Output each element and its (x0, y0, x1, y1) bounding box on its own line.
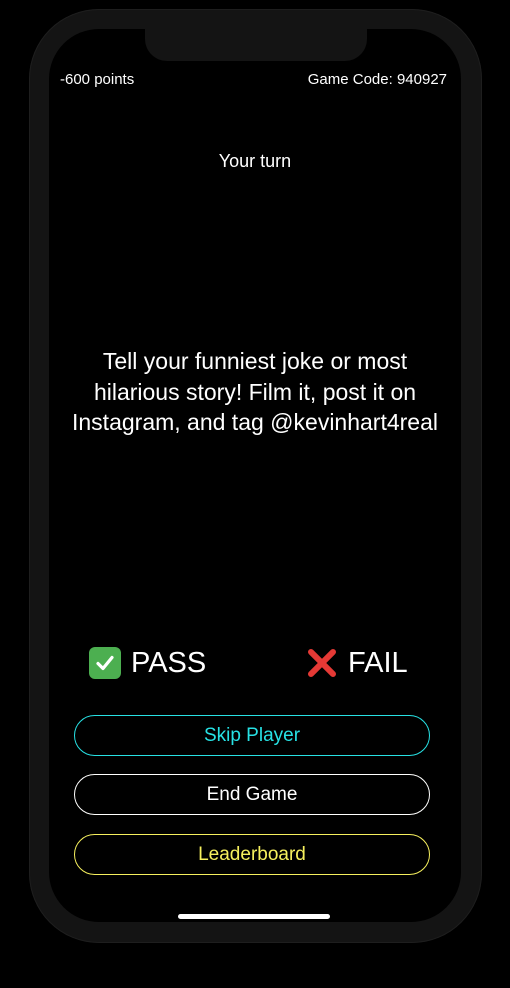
home-indicator[interactable] (178, 914, 330, 919)
turn-label: Your turn (218, 151, 292, 171)
pass-button[interactable]: PASS (89, 643, 206, 683)
end-game-button[interactable]: End Game (74, 774, 430, 815)
skip-player-button[interactable]: Skip Player (74, 715, 430, 756)
leaderboard-button[interactable]: Leaderboard (74, 834, 430, 875)
fail-label: FAIL (348, 646, 408, 679)
fail-button[interactable]: FAIL (306, 643, 408, 683)
pass-label: PASS (131, 646, 207, 679)
check-mark-icon (89, 647, 121, 679)
device-notch (145, 29, 367, 61)
app-screen: -600 points Game Code: 940927 Your turn … (49, 29, 461, 922)
cross-mark-icon (306, 647, 338, 679)
game-code-label: Game Code: 940927 (307, 71, 447, 88)
points-label: -600 points (60, 71, 135, 88)
challenge-prompt: Tell your funniest joke or most hilariou… (72, 348, 438, 435)
